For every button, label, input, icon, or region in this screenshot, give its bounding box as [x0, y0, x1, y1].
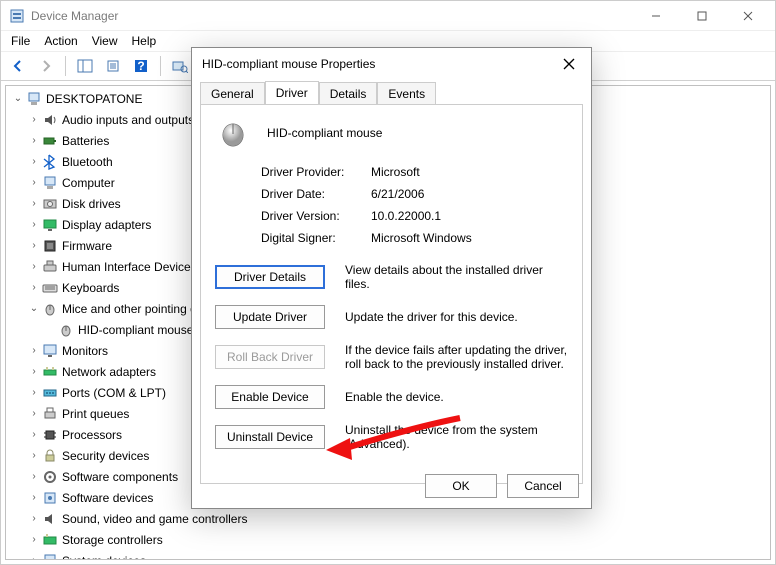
tree-label: Display adapters — [62, 218, 151, 232]
tree-label: Keyboards — [62, 281, 119, 295]
device-name-label: HID-compliant mouse — [267, 126, 382, 140]
tab-driver[interactable]: Driver — [265, 81, 319, 105]
uninstall-device-desc: Uninstall the device from the system (Ad… — [345, 423, 568, 451]
tree-label: DESKTOPATONE — [46, 92, 142, 106]
tree-label: Print queues — [62, 407, 129, 421]
ok-button[interactable]: OK — [425, 474, 497, 498]
value-date: 6/21/2006 — [371, 187, 568, 201]
tree-label: Batteries — [62, 134, 109, 148]
forward-button[interactable] — [35, 55, 57, 77]
uninstall-device-button[interactable]: Uninstall Device — [215, 425, 325, 449]
tab-events[interactable]: Events — [377, 82, 436, 105]
scan-hardware-button[interactable] — [169, 55, 191, 77]
window-title: Device Manager — [31, 9, 633, 23]
value-signer: Microsoft Windows — [371, 231, 568, 245]
tree-label: Software devices — [62, 491, 153, 505]
properties-button[interactable] — [102, 55, 124, 77]
label-provider: Driver Provider: — [261, 165, 371, 179]
tree-item-storage[interactable]: ›Storage controllers — [6, 529, 770, 550]
cancel-button[interactable]: Cancel — [507, 474, 579, 498]
tree-label: Firmware — [62, 239, 112, 253]
tree-label: Audio inputs and outputs — [62, 113, 194, 127]
tree-label: Ports (COM & LPT) — [62, 386, 166, 400]
tree-label: Network adapters — [62, 365, 156, 379]
dialog-titlebar: HID-compliant mouse Properties — [192, 48, 591, 80]
tab-panel-driver: HID-compliant mouse Driver Provider: Mic… — [200, 104, 583, 484]
back-button[interactable] — [7, 55, 29, 77]
value-provider: Microsoft — [371, 165, 568, 179]
tree-label: Computer — [62, 176, 115, 190]
tree-label: Disk drives — [62, 197, 121, 211]
tree-label: System devices — [62, 554, 146, 561]
app-icon — [9, 8, 25, 24]
dialog-tabs: General Driver Details Events — [192, 80, 591, 104]
dialog-close-button[interactable] — [557, 52, 581, 76]
minimize-button[interactable] — [633, 1, 679, 31]
roll-back-driver-button: Roll Back Driver — [215, 345, 325, 369]
dialog-title: HID-compliant mouse Properties — [202, 57, 557, 71]
tree-label: Security devices — [62, 449, 149, 463]
tab-details[interactable]: Details — [319, 82, 378, 105]
roll-back-driver-desc: If the device fails after updating the d… — [345, 343, 568, 371]
label-version: Driver Version: — [261, 209, 371, 223]
properties-dialog: HID-compliant mouse Properties General D… — [191, 47, 592, 509]
menu-action[interactable]: Action — [44, 34, 77, 48]
update-driver-desc: Update the driver for this device. — [345, 310, 568, 324]
svg-text:?: ? — [137, 59, 144, 73]
tree-label: Monitors — [62, 344, 108, 358]
enable-device-button[interactable]: Enable Device — [215, 385, 325, 409]
driver-details-button[interactable]: Driver Details — [215, 265, 325, 289]
driver-details-desc: View details about the installed driver … — [345, 263, 568, 291]
value-version: 10.0.22000.1 — [371, 209, 568, 223]
label-signer: Digital Signer: — [261, 231, 371, 245]
close-button[interactable] — [725, 1, 771, 31]
separator-icon — [65, 56, 66, 76]
maximize-button[interactable] — [679, 1, 725, 31]
tree-label: Processors — [62, 428, 122, 442]
enable-device-desc: Enable the device. — [345, 390, 568, 404]
help-button[interactable]: ? — [130, 55, 152, 77]
show-hide-console-tree-button[interactable] — [74, 55, 96, 77]
tab-general[interactable]: General — [200, 82, 265, 105]
menu-view[interactable]: View — [92, 34, 118, 48]
tree-item-system[interactable]: ›System devices — [6, 550, 770, 560]
update-driver-button[interactable]: Update Driver — [215, 305, 325, 329]
tree-label: Sound, video and game controllers — [62, 512, 247, 526]
separator-icon — [160, 56, 161, 76]
menu-file[interactable]: File — [11, 34, 30, 48]
tree-label: Bluetooth — [62, 155, 113, 169]
label-date: Driver Date: — [261, 187, 371, 201]
tree-label: HID-compliant mouse — [78, 323, 193, 337]
mouse-icon — [215, 119, 251, 147]
tree-label: Human Interface Devices — [62, 260, 197, 274]
titlebar: Device Manager — [1, 1, 775, 31]
menu-help[interactable]: Help — [132, 34, 157, 48]
tree-label: Software components — [62, 470, 178, 484]
tree-label: Storage controllers — [62, 533, 163, 547]
tree-item-sound[interactable]: ›Sound, video and game controllers — [6, 508, 770, 529]
